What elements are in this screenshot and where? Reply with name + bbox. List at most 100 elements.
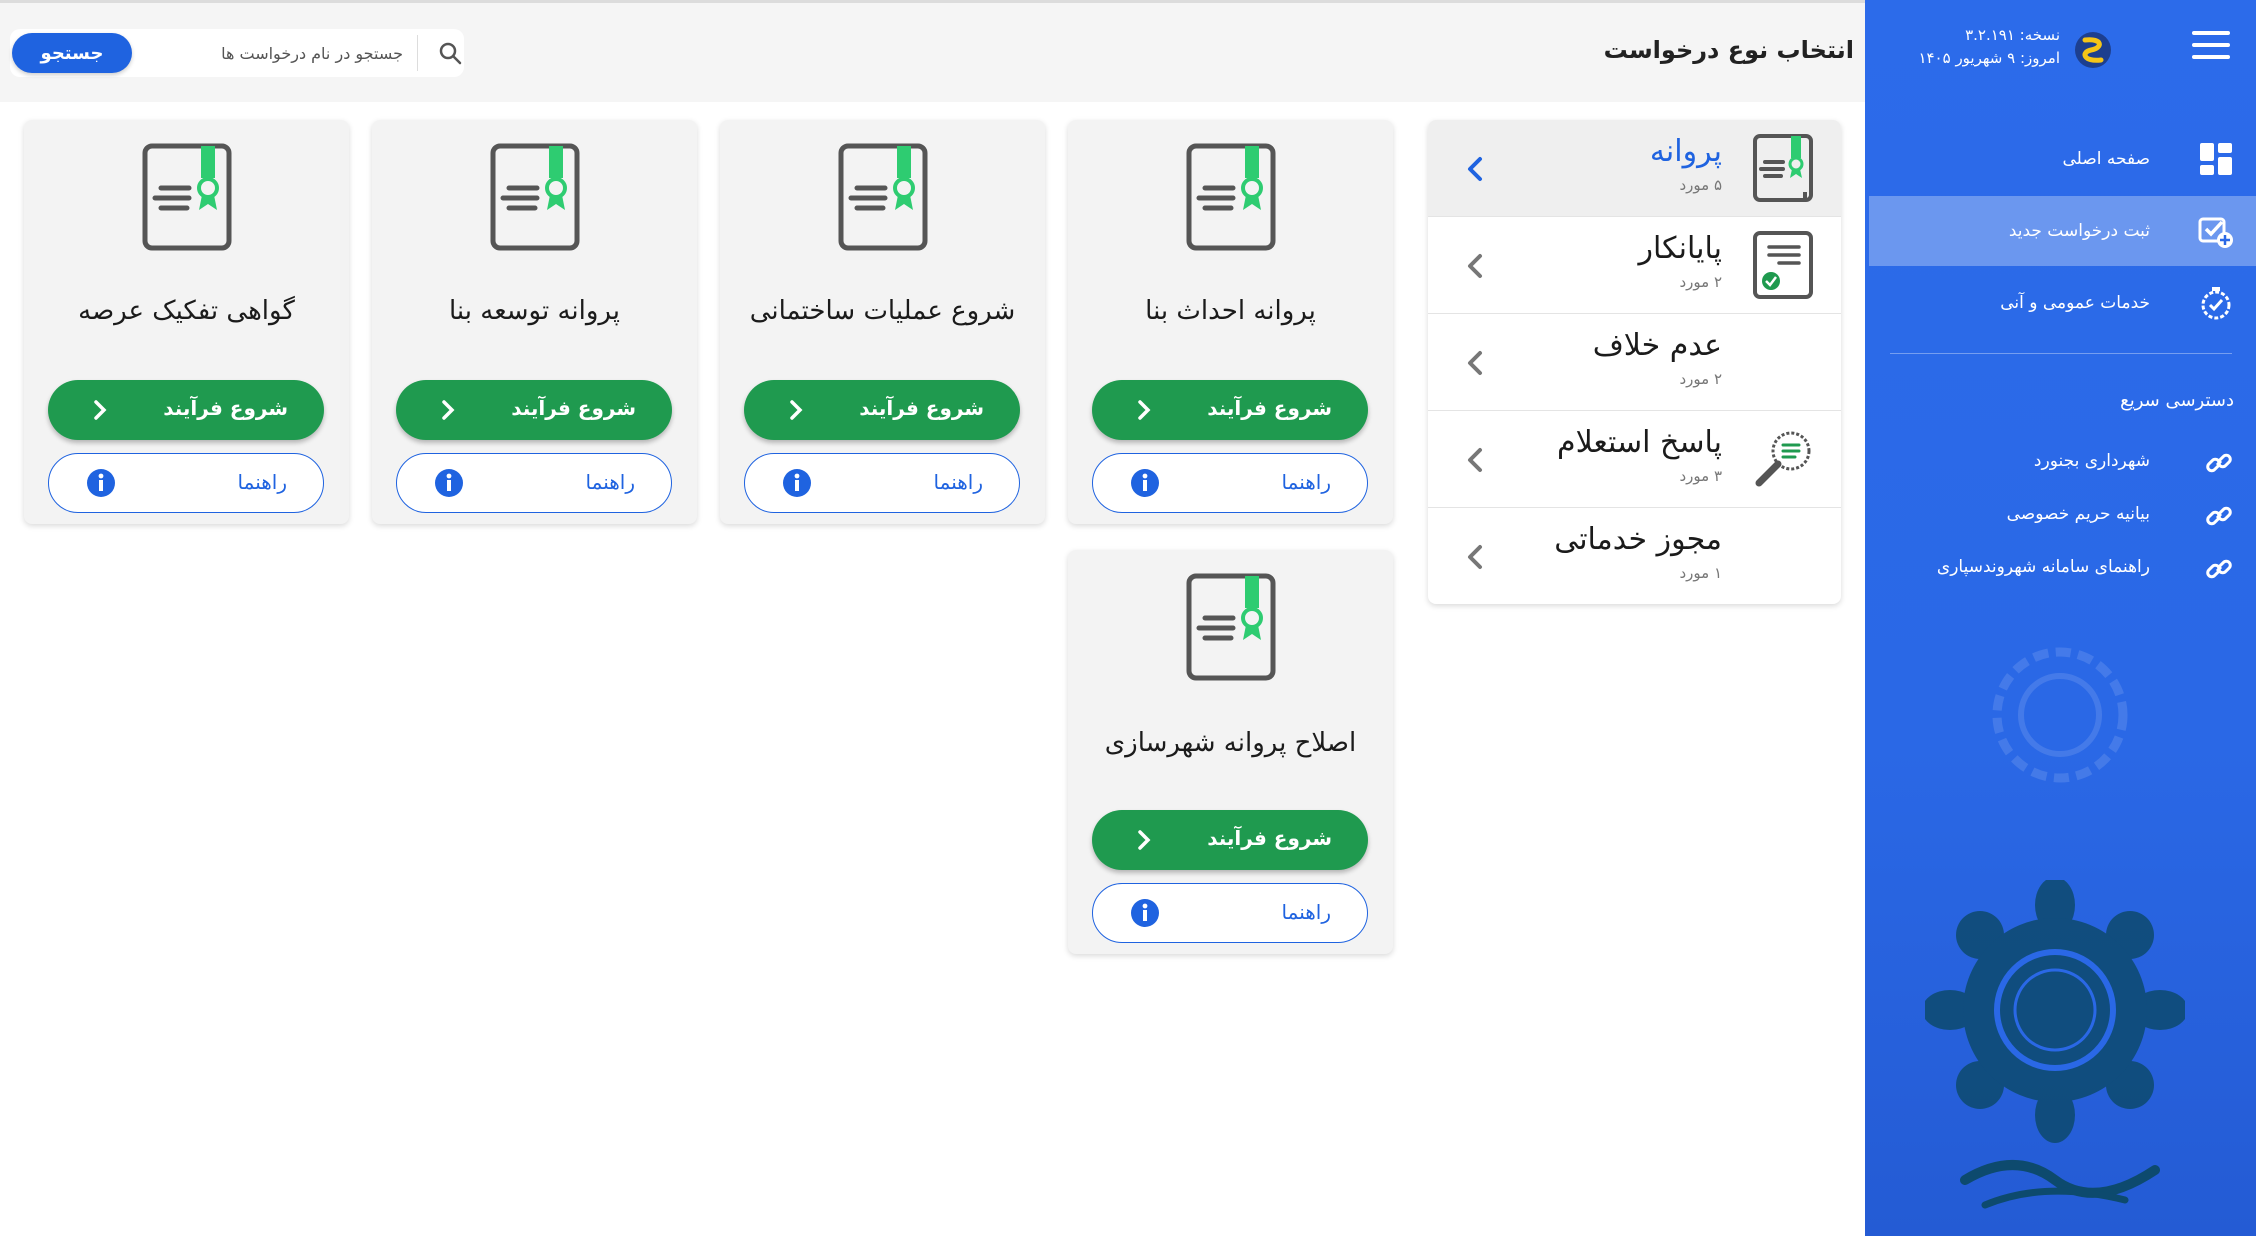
- request-card: گواهی تفکیک عرصه شروع فرآیند راهنما: [24, 120, 349, 524]
- card-title: اصلاح پروانه شهرسازی: [1104, 728, 1357, 758]
- quick-link-label: شهرداری بجنورد: [2033, 451, 2150, 471]
- button-label: شروع فرآیند: [511, 396, 636, 420]
- request-card: اصلاح پروانه شهرسازی شروع فرآیند راهنما: [1068, 550, 1393, 954]
- quick-link-municipality[interactable]: شهرداری بجنورد: [1865, 442, 2256, 482]
- button-label: شروع فرآیند: [1207, 396, 1332, 420]
- chevron-right-icon: [1138, 830, 1151, 850]
- category-count: ۱ مورد: [1679, 564, 1722, 582]
- link-icon: [2206, 559, 2232, 579]
- info-icon: [1131, 469, 1159, 497]
- nav-public-services[interactable]: خدمات عمومی و آنی: [1865, 268, 2256, 338]
- button-label: شروع فرآیند: [163, 396, 288, 420]
- info-icon: [87, 469, 115, 497]
- add-request-icon: [2198, 217, 2233, 248]
- request-card: پروانه احداث بنا شروع فرآیند راهنما: [1068, 120, 1393, 524]
- timer-icon: [2201, 287, 2231, 320]
- guide-button[interactable]: راهنما: [744, 453, 1020, 513]
- sidebar-divider: [1890, 353, 2232, 354]
- version-text: نسخه: ۳.۲.۱۹۱: [1965, 26, 2060, 44]
- category-item-license[interactable]: پروانه ۵ مورد: [1428, 120, 1841, 217]
- link-icon: [2206, 506, 2232, 526]
- guide-button[interactable]: راهنما: [1092, 453, 1368, 513]
- start-process-button[interactable]: شروع فرآیند: [1092, 380, 1368, 440]
- chevron-left-icon: [1468, 254, 1482, 278]
- category-item-service-permit[interactable]: مجوز خدماتی ۱ مورد: [1428, 508, 1841, 604]
- quick-link-label: راهنمای سامانه شهروندسپاری: [1936, 557, 2150, 577]
- dashboard-icon: [2200, 143, 2232, 175]
- chevron-left-icon: [1468, 545, 1482, 569]
- inquiry-magnifier-icon: [1755, 431, 1811, 487]
- quick-link-privacy[interactable]: بیانیه حریم خصوصی: [1865, 495, 2256, 535]
- municipality-emblem: [1925, 880, 2185, 1209]
- search-input[interactable]: [140, 35, 418, 71]
- start-process-button[interactable]: شروع فرآیند: [48, 380, 324, 440]
- category-count: ۳ مورد: [1679, 467, 1722, 485]
- category-count: ۲ مورد: [1679, 370, 1722, 388]
- guide-button[interactable]: راهنما: [48, 453, 324, 513]
- nav-new-request[interactable]: ثبت درخواست جدید: [1869, 196, 2256, 266]
- card-title: گواهی تفکیک عرصه: [78, 296, 295, 326]
- license-book-icon: [838, 143, 928, 251]
- license-book-icon: [490, 143, 580, 251]
- sidebar: نسخه: ۳.۲.۱۹۱ امروز: ۹ شهریور ۱۴۰۵ صفحه …: [1865, 0, 2256, 1236]
- chevron-right-icon: [94, 400, 107, 420]
- chevron-left-icon: [1468, 351, 1482, 375]
- search-button[interactable]: جستجو: [12, 33, 132, 73]
- card-title: پروانه توسعه بنا: [448, 296, 620, 326]
- guide-button[interactable]: راهنما: [1092, 883, 1368, 943]
- info-icon: [1131, 899, 1159, 927]
- category-name: پاسخ استعلام: [1557, 425, 1722, 460]
- category-item-completion[interactable]: پایانکار ۲ مورد: [1428, 217, 1841, 314]
- category-name: عدم خلاف: [1592, 328, 1722, 363]
- category-item-inquiry[interactable]: پاسخ استعلام ۳ مورد: [1428, 411, 1841, 508]
- category-count: ۵ مورد: [1679, 176, 1722, 194]
- button-label: راهنما: [1281, 900, 1331, 924]
- start-process-button[interactable]: شروع فرآیند: [1092, 810, 1368, 870]
- app-logo: [2075, 32, 2111, 68]
- nav-label: ثبت درخواست جدید: [2008, 221, 2150, 241]
- license-book-icon: [142, 143, 232, 251]
- quick-link-guide[interactable]: راهنمای سامانه شهروندسپاری: [1865, 548, 2256, 588]
- request-card: پروانه توسعه بنا شروع فرآیند راهنما: [372, 120, 697, 524]
- top-bar: انتخاب نوع درخواست جستجو: [0, 0, 1865, 102]
- chevron-right-icon: [442, 400, 455, 420]
- chevron-right-icon: [790, 400, 803, 420]
- info-icon: [435, 469, 463, 497]
- link-icon: [2206, 453, 2232, 473]
- nav-label: خدمات عمومی و آنی: [2000, 293, 2150, 313]
- category-count: ۲ مورد: [1679, 273, 1722, 291]
- chevron-left-icon: [1468, 448, 1482, 472]
- button-label: شروع فرآیند: [859, 396, 984, 420]
- license-book-icon: [1753, 134, 1813, 202]
- license-book-icon: [1186, 143, 1276, 251]
- today-date-text: امروز: ۹ شهریور ۱۴۰۵: [1918, 49, 2060, 67]
- certificate-check-icon: [1753, 231, 1813, 299]
- quick-access-title: دسترسی سریع: [2120, 390, 2234, 411]
- quick-link-label: بیانیه حریم خصوصی: [2006, 504, 2150, 524]
- button-label: راهنما: [237, 470, 287, 494]
- button-label: راهنما: [933, 470, 983, 494]
- nav-home[interactable]: صفحه اصلی: [1865, 124, 2256, 194]
- page-title: انتخاب نوع درخواست: [1603, 36, 1854, 64]
- button-label: راهنما: [1281, 470, 1331, 494]
- chevron-right-icon: [1138, 400, 1151, 420]
- category-item-no-violation[interactable]: عدم خلاف ۲ مورد: [1428, 314, 1841, 411]
- chevron-left-icon: [1468, 157, 1482, 181]
- card-title: پروانه احداث بنا: [1145, 296, 1316, 326]
- category-list: پروانه ۵ مورد پایانکار ۲ مورد عدم خلاف ۲…: [1428, 120, 1841, 604]
- card-title: شروع عملیات ساختمانی: [749, 296, 1016, 326]
- nav-label: صفحه اصلی: [2062, 149, 2150, 169]
- category-name: پروانه: [1649, 134, 1722, 169]
- start-process-button[interactable]: شروع فرآیند: [744, 380, 1020, 440]
- info-icon: [783, 469, 811, 497]
- menu-icon[interactable]: [2192, 31, 2230, 59]
- category-name: مجوز خدماتی: [1554, 522, 1722, 557]
- request-card: شروع عملیات ساختمانی شروع فرآیند راهنما: [720, 120, 1045, 524]
- search-icon: [439, 42, 462, 65]
- guide-button[interactable]: راهنما: [396, 453, 672, 513]
- search-bar: جستجو: [10, 29, 464, 77]
- license-book-icon: [1186, 573, 1276, 681]
- button-label: شروع فرآیند: [1207, 826, 1332, 850]
- start-process-button[interactable]: شروع فرآیند: [396, 380, 672, 440]
- category-name: پایانکار: [1638, 231, 1722, 266]
